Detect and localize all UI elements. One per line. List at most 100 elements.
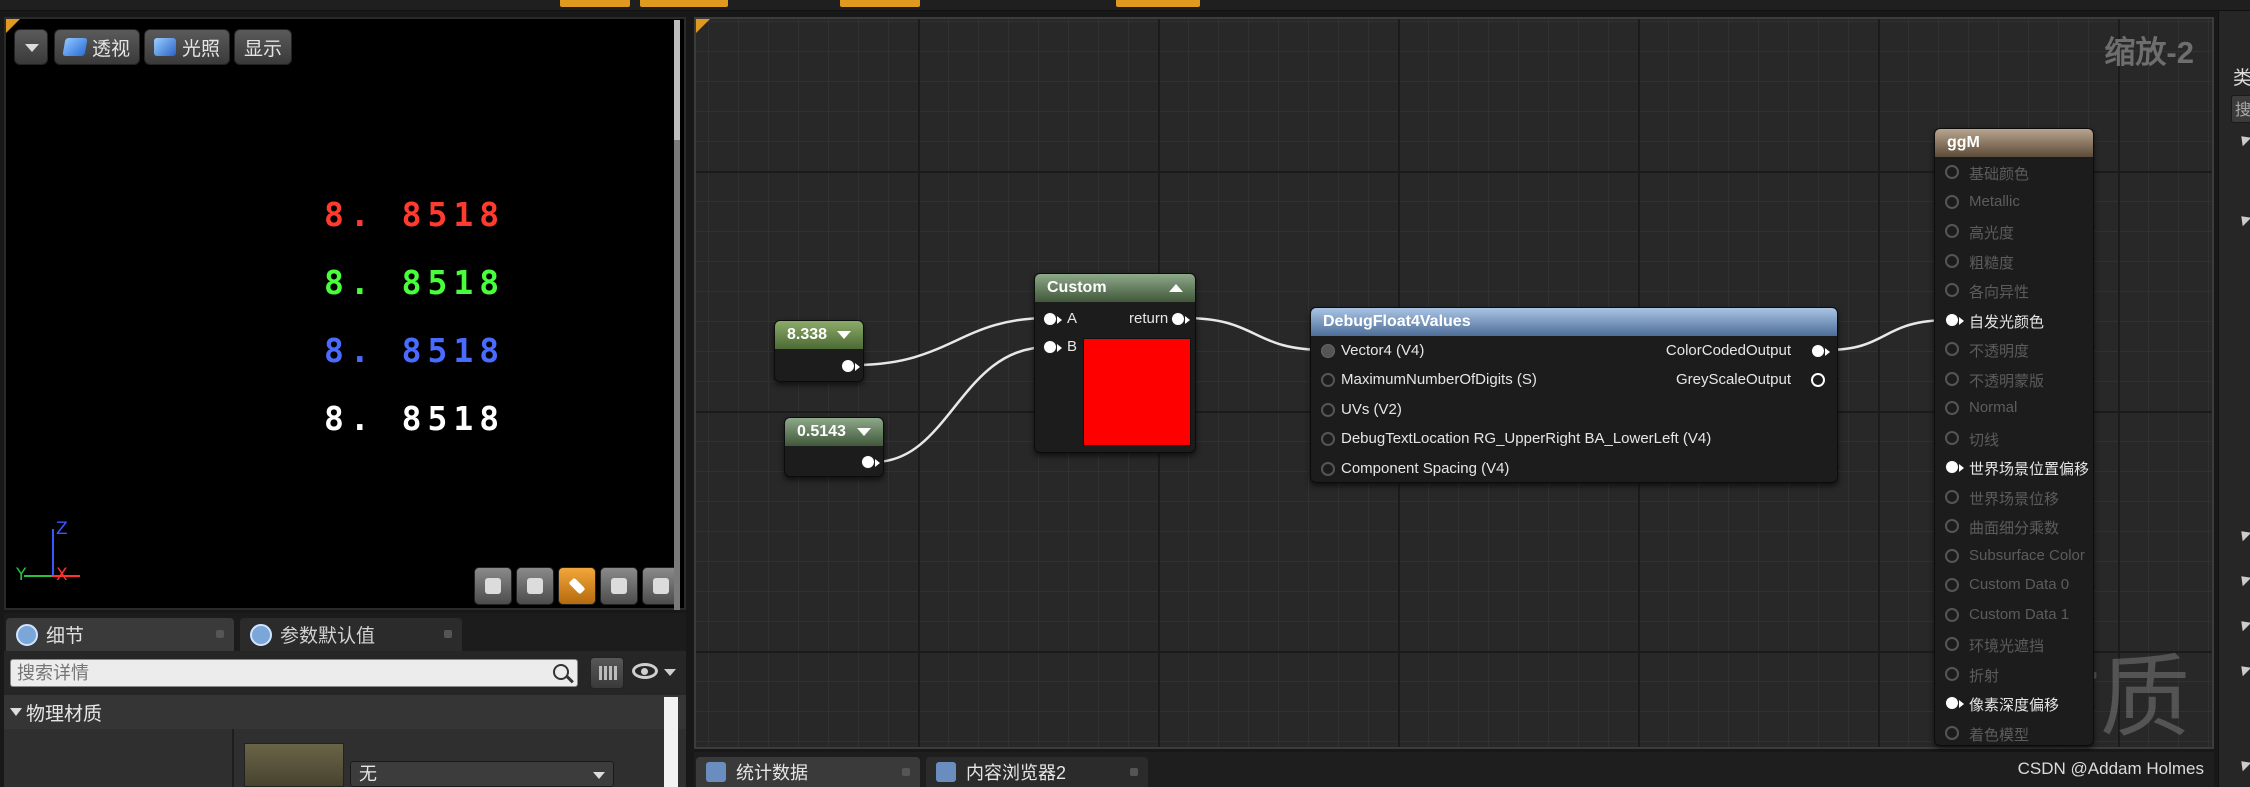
collapse-icon[interactable] [837,331,851,339]
material-input-pin[interactable] [1945,725,1959,740]
physical-material-dropdown[interactable]: 无 [350,761,614,787]
expand-arrow-icon[interactable] [2232,752,2250,772]
details-scrollbar[interactable] [664,697,678,787]
close-icon[interactable] [902,768,910,776]
material-input-pin[interactable] [1945,519,1959,533]
material-input-pin[interactable] [1945,607,1959,622]
close-icon[interactable] [216,630,224,638]
expand-arrow-icon[interactable] [2232,612,2250,632]
constant-node-2-output-pin[interactable] [861,455,880,469]
dropdown-value: 无 [359,764,377,784]
lit-button[interactable]: 光照 [144,29,231,65]
debug-output-pin[interactable] [1811,344,1830,358]
custom-output-pin[interactable] [1171,312,1190,326]
eye-icon[interactable] [632,663,658,679]
expand-arrow-icon[interactable] [2232,567,2250,587]
asset-thumbnail[interactable] [244,743,344,787]
material-input-pin[interactable] [1945,401,1959,415]
viewport-scrollbar-thumb[interactable] [674,20,680,140]
toolbar-button-highlight[interactable] [840,0,920,7]
debug-input-pin[interactable] [1321,373,1335,387]
cylinder-preview-button[interactable] [474,567,512,605]
material-input-pin[interactable] [1945,489,1959,504]
constant-node-1-output-pin[interactable] [841,359,860,373]
material-result-node[interactable]: ggM 基础颜色 Metallic 高光度 粗糙度 各向异性 自发光颜色 不透明度 不透明蒙版… [1934,128,2094,746]
material-input-pin[interactable] [1945,283,1959,297]
debug-input-pin[interactable] [1321,432,1335,446]
material-input-pin[interactable] [1945,253,1959,268]
tab-details-label: 细节 [46,626,85,647]
expand-arrow-icon[interactable] [2232,657,2250,677]
search-icon[interactable] [553,664,569,680]
tab-details[interactable]: 细节 [6,618,234,651]
preview-viewport[interactable]: 透视 光照 显示 8. 8518 8. 8518 8. 8518 8. 8518… [4,17,686,610]
constant-node-2[interactable]: 0.5143 [784,417,884,477]
axis-z-line [52,529,54,577]
material-input-label: Metallic [1969,192,2020,210]
custom-input-a-pin[interactable] [1043,312,1062,326]
debug-input-pin[interactable] [1321,403,1335,417]
tab-content-browser[interactable]: 内容浏览器2 [926,757,1148,787]
material-result-header[interactable]: ggM [1935,129,2093,157]
material-input-pin[interactable] [1945,430,1959,445]
debug-input-pin[interactable] [1321,344,1335,358]
viewport-scrollbar[interactable] [674,20,680,610]
material-input-pin[interactable] [1945,460,1964,474]
perspective-button[interactable]: 透视 [54,29,141,65]
constant-node-1-header[interactable]: 8.338 [775,321,863,349]
material-input-pin[interactable] [1945,637,1959,651]
column-divider[interactable] [232,729,234,787]
close-icon[interactable] [1130,768,1138,776]
material-input-pin[interactable] [1945,194,1959,209]
expand-arrow-icon[interactable] [2232,522,2250,542]
material-input-pin[interactable] [1945,165,1959,179]
debug-value-white: 8. 8518 [324,399,506,438]
debug-output-label: GreyScaleOutput [1675,371,1791,388]
constant-node-2-header[interactable]: 0.5143 [785,418,883,446]
details-icon [16,623,38,646]
tab-stats[interactable]: 统计数据 [696,757,920,787]
chevron-down-icon[interactable] [664,669,676,676]
search-input[interactable] [17,662,537,684]
material-input-pin[interactable] [1945,224,1959,238]
right-panel: 类 搜 [2218,11,2250,787]
material-input-label: 粗糙度 [1969,254,2015,272]
debug-output-pin[interactable] [1811,373,1825,387]
right-panel-search-box[interactable]: 搜 [2231,95,2250,123]
toolbar-button-highlight[interactable] [560,0,630,7]
tab-param-defaults[interactable]: 参数默认值 [240,618,462,651]
expand-arrow-icon[interactable] [2232,127,2250,147]
debug-node-title: DebugFloat4Values [1323,313,1471,330]
viewport-options-dropdown[interactable] [14,29,48,65]
material-input-pin[interactable] [1945,666,1959,681]
material-editor: 透视 光照 显示 8. 8518 8. 8518 8. 8518 8. 8518… [0,0,2250,787]
perspective-icon [62,38,88,56]
sphere-preview-button[interactable] [516,567,554,605]
details-icon [250,623,272,646]
material-input-pin[interactable] [1945,696,1964,710]
material-input-pin[interactable] [1945,312,1964,327]
material-input-pin[interactable] [1945,371,1959,386]
material-input-pin[interactable] [1945,578,1959,592]
custom-node[interactable]: Custom A B return [1034,273,1196,453]
material-input-pin[interactable] [1945,548,1959,563]
debug-node-header[interactable]: DebugFloat4Values [1311,308,1837,336]
plane-preview-button[interactable] [558,567,596,605]
axis-y-line [24,575,52,577]
toolbar-button-highlight[interactable] [640,0,728,7]
toolbar-button-highlight[interactable] [1116,0,1200,7]
custom-input-b-pin[interactable] [1043,340,1062,354]
property-matrix-button[interactable] [590,657,624,689]
custom-node-header[interactable]: Custom [1035,274,1195,302]
material-input-pin[interactable] [1945,342,1959,356]
close-icon[interactable] [444,630,452,638]
collapse-icon[interactable] [857,428,871,436]
show-button[interactable]: 显示 [234,29,293,65]
cube-preview-button[interactable] [600,567,638,605]
debug-float4-node[interactable]: DebugFloat4Values Vector4 (V4) MaximumNu… [1310,307,1838,483]
collapse-icon[interactable] [1169,284,1183,292]
constant-node-1[interactable]: 8.338 [774,320,864,382]
debug-input-pin[interactable] [1321,462,1335,476]
category-physical-material[interactable]: 物理材质 [4,695,686,729]
expand-arrow-icon[interactable] [2232,207,2250,227]
